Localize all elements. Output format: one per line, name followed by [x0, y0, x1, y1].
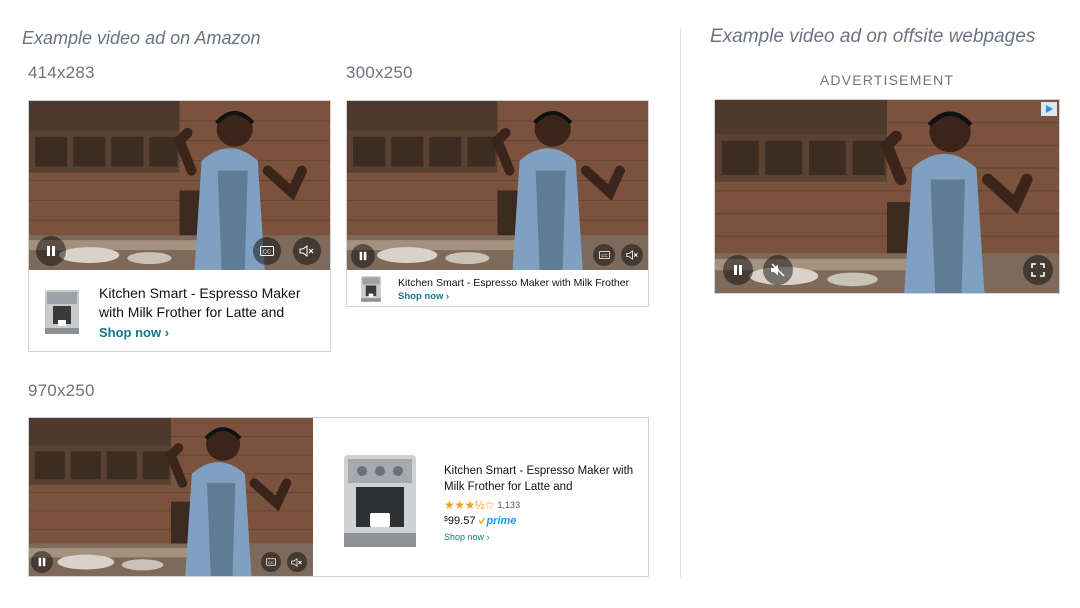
svg-text:CC: CC	[263, 250, 271, 256]
mute-button[interactable]	[293, 237, 321, 265]
prime-badge: prime	[478, 515, 516, 527]
ad-414x283[interactable]: CC Kitchen Smart - Espresso Maker with M…	[28, 100, 331, 352]
pause-button[interactable]	[723, 255, 753, 285]
product-thumbnail[interactable]	[359, 275, 383, 303]
pause-icon	[38, 557, 46, 567]
offsite-section-heading: Example video ad on offsite webpages	[710, 26, 1036, 47]
closed-captions-icon: CC	[260, 246, 274, 256]
pause-icon	[734, 265, 742, 275]
pause-icon	[47, 246, 55, 256]
product-card[interactable]: Kitchen Smart - Espresso Maker with Milk…	[359, 273, 644, 305]
video-player[interactable]	[715, 100, 1059, 293]
product-title[interactable]: Kitchen Smart - Espresso Maker with Milk…	[444, 464, 634, 495]
price-value: 99.57	[447, 515, 476, 528]
espresso-machine-image	[361, 276, 381, 302]
mute-icon	[291, 557, 302, 567]
pause-button[interactable]	[31, 551, 53, 573]
prime-label: prime	[486, 515, 517, 528]
ad-300x250[interactable]: CC Kitchen Smart - Espresso Maker with M…	[346, 100, 649, 307]
product-image[interactable]	[339, 452, 421, 550]
fullscreen-icon	[1031, 263, 1045, 277]
shop-now-link[interactable]: Shop now ›	[398, 291, 629, 302]
star-rating: ★★★½☆	[444, 498, 495, 513]
pause-icon	[359, 251, 367, 261]
closed-captions-button[interactable]: CC	[253, 237, 281, 265]
product-card[interactable]: Kitchen Smart - Espresso Maker with Milk…	[41, 279, 321, 345]
review-count[interactable]: 1,133	[498, 500, 521, 510]
amazon-section-heading: Example video ad on Amazon	[22, 28, 261, 48]
video-player[interactable]: CC	[347, 101, 648, 270]
shop-now-link[interactable]: Shop now ›	[444, 532, 634, 542]
video-player[interactable]: CC	[29, 101, 330, 270]
product-thumbnail[interactable]	[41, 285, 83, 339]
price-currency: $	[444, 516, 448, 524]
price-row: $99.57 prime	[444, 515, 634, 527]
price: $99.57	[444, 515, 475, 527]
mute-button[interactable]	[287, 552, 307, 572]
product-title[interactable]: Kitchen Smart - Espresso Maker with Milk…	[398, 276, 629, 290]
adchoices-icon	[1045, 105, 1053, 113]
closed-captions-icon: CC	[598, 251, 610, 259]
pause-button[interactable]	[351, 244, 375, 268]
mute-button[interactable]	[763, 255, 793, 285]
video-frame-image	[29, 101, 330, 270]
espresso-machine-image	[45, 290, 79, 334]
shop-now-link[interactable]: Shop now ›	[99, 325, 309, 340]
section-divider	[680, 28, 681, 578]
mute-icon	[299, 245, 314, 257]
product-title[interactable]: Kitchen Smart - Espresso Maker with Milk…	[99, 284, 309, 322]
size-label-414x283: 414x283	[28, 63, 95, 82]
fullscreen-button[interactable]	[1023, 255, 1053, 285]
closed-captions-button[interactable]: CC	[261, 552, 281, 572]
mute-icon	[771, 263, 785, 277]
espresso-machine-image	[344, 455, 416, 547]
product-details[interactable]: Kitchen Smart - Espresso Maker with Milk…	[444, 464, 634, 542]
mute-button[interactable]	[621, 244, 643, 266]
closed-captions-icon: CC	[266, 558, 276, 566]
size-label-300x250: 300x250	[346, 63, 413, 82]
ad-970x250[interactable]: CC Kitchen Smart - Espresso Maker with M…	[28, 417, 649, 577]
svg-text:CC: CC	[601, 253, 607, 258]
pause-button[interactable]	[36, 236, 66, 266]
advertisement-label: ADVERTISEMENT	[819, 72, 955, 88]
offsite-video-ad[interactable]	[714, 99, 1060, 294]
size-label-970x250: 970x250	[28, 381, 95, 400]
svg-text:CC: CC	[268, 560, 274, 565]
closed-captions-button[interactable]: CC	[593, 244, 615, 266]
video-player[interactable]: CC	[29, 418, 313, 576]
adchoices-button[interactable]	[1041, 102, 1057, 116]
mute-icon	[625, 250, 638, 260]
rating-row[interactable]: ★★★½☆ 1,133	[444, 498, 634, 512]
